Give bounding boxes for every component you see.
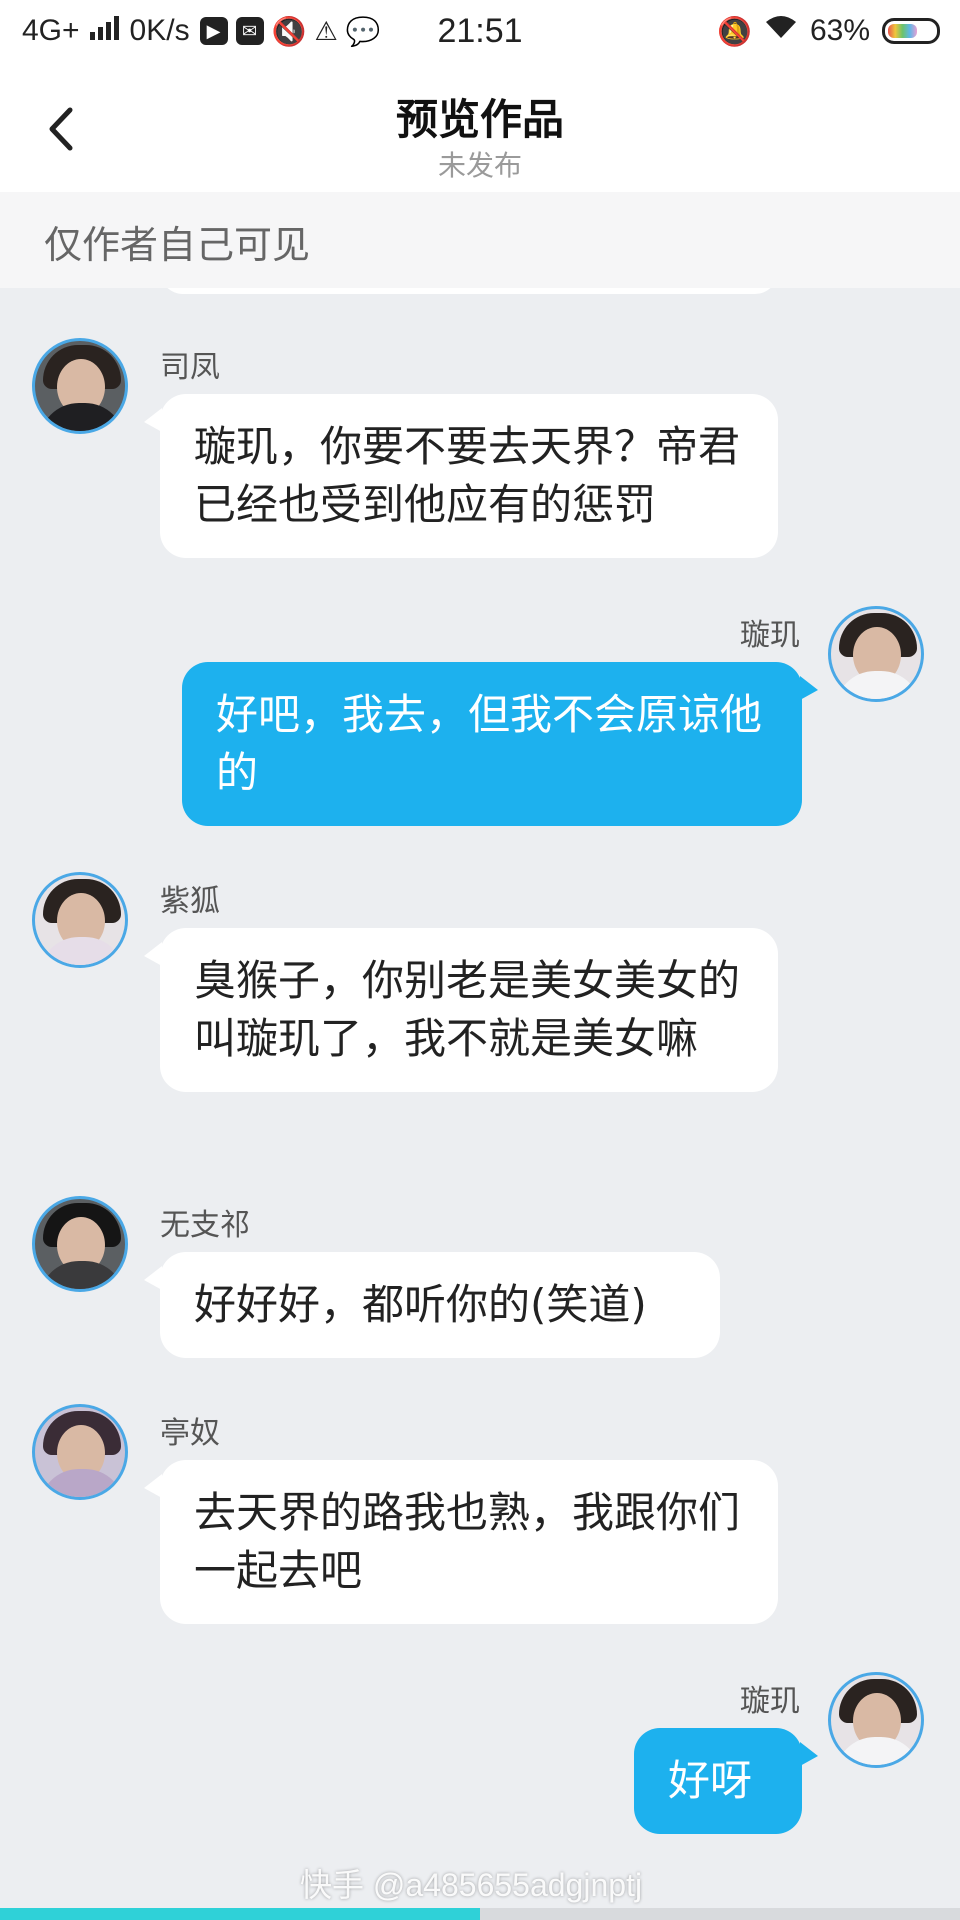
- avatar-tingnu[interactable]: [32, 1404, 128, 1500]
- avatar-wuzhiqi[interactable]: [32, 1196, 128, 1292]
- battery-percent: 63%: [809, 14, 870, 47]
- sender-name: 紫狐: [160, 884, 220, 919]
- sender-name: 司凤: [160, 350, 220, 385]
- chat-area[interactable]: 司凤 璇玑，你要不要去天界？帝君已经也受到他应有的惩罚 璇玑 好吧，我去，但我不…: [0, 288, 960, 1920]
- message-bubble[interactable]: 好吧，我去，但我不会原谅他的: [182, 662, 802, 826]
- message-bubble[interactable]: 好呀: [634, 1728, 802, 1834]
- sender-name: 璇玑: [740, 618, 800, 653]
- page-title: 预览作品: [395, 95, 564, 144]
- message-bubble[interactable]: 臭猴子，你别老是美女美女的叫璇玑了，我不就是美女嘛: [160, 928, 778, 1092]
- publish-status: 未发布: [437, 149, 522, 182]
- status-bar: 4G+ 0K/s ▶ ✉ 🔇 ⚠ 💬 21:51 🔕 63%: [0, 0, 960, 66]
- avatar-zihu[interactable]: [32, 872, 128, 968]
- bubble-tail: [800, 676, 818, 700]
- status-right: 🔕 63%: [717, 14, 940, 48]
- bubble-tail: [800, 1742, 818, 1766]
- wifi-icon: [764, 14, 798, 48]
- sender-name: 璇玑: [740, 1684, 800, 1719]
- progress-bar[interactable]: [0, 1908, 480, 1920]
- previous-message-bubble: [160, 288, 778, 294]
- avatar-sifeng[interactable]: [32, 338, 128, 434]
- message-bubble[interactable]: 去天界的路我也熟，我跟你们一起去吧: [160, 1460, 778, 1624]
- nav-bar: 预览作品 未发布: [0, 66, 960, 192]
- visibility-notice-text: 仅作者自己可见: [44, 223, 311, 267]
- avatar-xuanji[interactable]: [828, 1672, 924, 1768]
- message-bubble[interactable]: 好好好，都听你的(笑道): [160, 1252, 720, 1358]
- sender-name: 亭奴: [160, 1416, 220, 1451]
- battery-icon: [882, 18, 940, 44]
- battery-fill: [888, 24, 917, 38]
- sender-name: 无支祁: [160, 1208, 250, 1243]
- visibility-notice: 仅作者自己可见: [0, 192, 960, 288]
- avatar-xuanji[interactable]: [828, 606, 924, 702]
- message-bubble[interactable]: 璇玑，你要不要去天界？帝君已经也受到他应有的惩罚: [160, 394, 778, 558]
- watermark: 快手 @a485655adgjnptj: [300, 1867, 643, 1903]
- silent-bell-icon: 🔕: [717, 15, 752, 47]
